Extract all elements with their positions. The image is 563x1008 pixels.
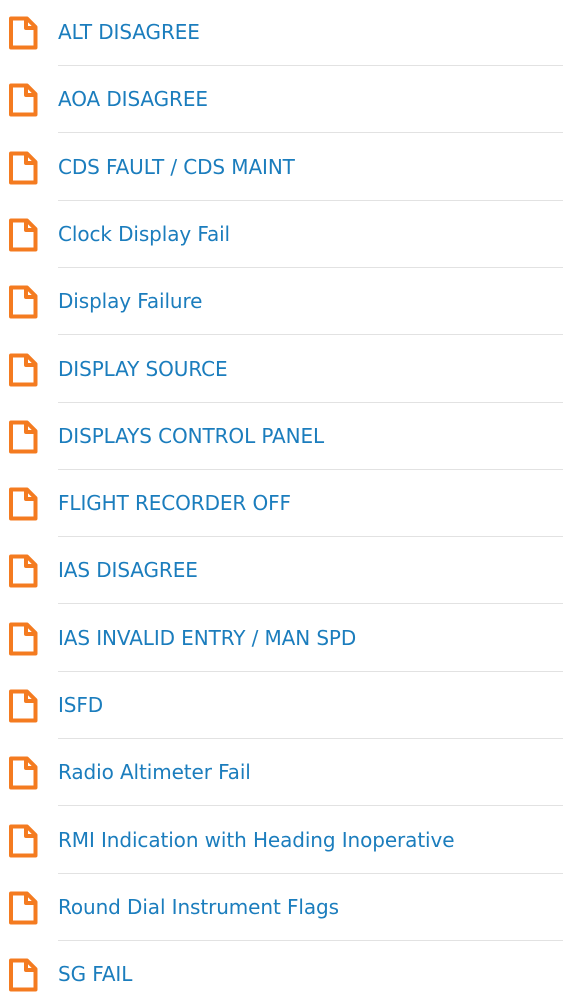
document-icon: [8, 756, 38, 790]
list-item[interactable]: Clock Display Fail: [0, 201, 563, 268]
document-icon: [8, 487, 38, 521]
list-item[interactable]: DISPLAY SOURCE: [0, 336, 563, 403]
document-icon: [8, 958, 38, 992]
list-item-label: IAS INVALID ENTRY / MAN SPD: [58, 625, 357, 650]
list-item-label: Radio Altimeter Fail: [58, 760, 251, 785]
document-icon: [8, 83, 38, 117]
list-item[interactable]: CDS FAULT / CDS MAINT: [0, 134, 563, 201]
list-item-label: ISFD: [58, 693, 104, 717]
list-item[interactable]: IAS DISAGREE: [0, 537, 563, 605]
document-icon: [8, 420, 38, 454]
document-icon: [8, 218, 38, 252]
list-item[interactable]: FLIGHT RECORDER OFF: [0, 470, 563, 538]
list-item-label: CDS FAULT / CDS MAINT: [58, 154, 295, 179]
list-item-label: FLIGHT RECORDER OFF: [58, 491, 291, 516]
list-item-label: Clock Display Fail: [58, 221, 231, 246]
list-item-label: DISPLAY SOURCE: [58, 356, 228, 381]
list-item[interactable]: Display Failure: [0, 268, 563, 336]
list-item-label: ALT DISAGREE: [58, 20, 200, 44]
list-item[interactable]: RMI Indication with Heading Inoperative: [0, 807, 563, 874]
document-icon: [8, 353, 38, 387]
document-icon: [8, 554, 38, 588]
list-item-label: Round Dial Instrument Flags: [58, 894, 339, 919]
list-item[interactable]: Radio Altimeter Fail: [0, 739, 563, 807]
list-item[interactable]: DISPLAYS CONTROL PANEL: [0, 403, 563, 470]
document-icon: [8, 824, 38, 858]
list-item-label: IAS DISAGREE: [58, 558, 198, 583]
list-item[interactable]: Round Dial Instrument Flags: [0, 874, 563, 941]
list-item[interactable]: SG FAIL: [0, 941, 563, 1008]
list-item-label: RMI Indication with Heading Inoperative: [58, 827, 455, 852]
document-icon: [8, 891, 38, 925]
document-icon: [8, 285, 38, 319]
list-item[interactable]: ALT DISAGREE: [0, 0, 563, 66]
list-item-label: Display Failure: [58, 289, 203, 314]
document-icon: [8, 689, 38, 723]
document-icon: [8, 622, 38, 656]
list-item-label: DISPLAYS CONTROL PANEL: [58, 423, 325, 448]
list-item-label: SG FAIL: [58, 962, 133, 987]
document-icon: [8, 16, 38, 50]
checklist-list: ALT DISAGREE AOA DISAGREE CDS FAULT / CDS …: [0, 0, 563, 992]
list-item-label: AOA DISAGREE: [58, 87, 208, 112]
list-item[interactable]: ISFD: [0, 672, 563, 739]
document-icon: [8, 151, 38, 185]
list-item[interactable]: IAS INVALID ENTRY / MAN SPD: [0, 605, 563, 672]
list-item[interactable]: AOA DISAGREE: [0, 66, 563, 134]
